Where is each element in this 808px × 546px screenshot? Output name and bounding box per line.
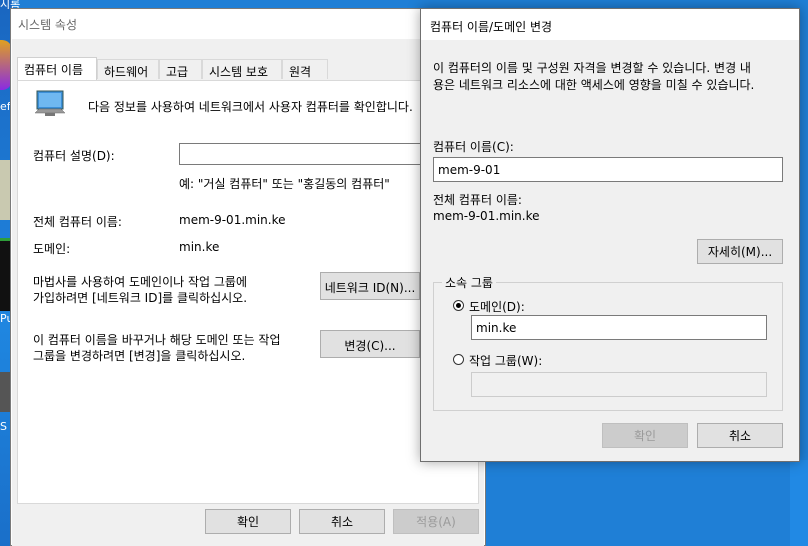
dialog-ok-button[interactable]: 확인: [602, 423, 688, 448]
domain-input[interactable]: min.ke: [471, 315, 767, 340]
network-id-text: 마법사를 사용하여 도메인이나 작업 그룹에: [33, 275, 247, 289]
domain-value: min.ke: [179, 240, 220, 254]
dialog-title: 컴퓨터 이름/도메인 변경: [430, 20, 553, 34]
domain-label: 도메인:: [33, 242, 71, 256]
computer-description-input[interactable]: [179, 143, 439, 165]
change-button[interactable]: 변경(C)...: [320, 330, 420, 358]
desktop-background: [790, 460, 808, 546]
computer-name-input[interactable]: mem-9-01: [433, 157, 783, 182]
computer-description-label: 컴퓨터 설명(D):: [33, 149, 115, 163]
cancel-button[interactable]: 취소: [299, 509, 385, 534]
dialog-intro-text: 용은 네트워크 리소스에 대한 액세스에 영향을 미칠 수 있습니다.: [433, 78, 755, 92]
computer-icon: [33, 89, 69, 119]
full-computer-name-label: 전체 컴퓨터 이름:: [33, 215, 122, 229]
workgroup-radio-label[interactable]: 작업 그룹(W):: [469, 352, 542, 369]
change-text: 그룹을 변경하려면 [변경]을 클릭하십시오.: [33, 349, 246, 363]
tab-remote[interactable]: 원격: [282, 59, 328, 79]
intro-text: 다음 정보를 사용하여 네트워크에서 사용자 컴퓨터를 확인합니다.: [88, 100, 413, 114]
ok-button[interactable]: 확인: [205, 509, 291, 534]
computer-name-label: 컴퓨터 이름(C):: [433, 140, 514, 154]
full-computer-name-value: mem-9-01.min.ke: [179, 213, 286, 227]
workgroup-radio[interactable]: [453, 354, 464, 365]
full-computer-name-value: mem-9-01.min.ke: [433, 209, 540, 223]
dialog-intro-text: 이 컴퓨터의 이름 및 구성원 자격을 변경할 수 있습니다. 변경 내: [433, 61, 751, 75]
tab-advanced[interactable]: 고급: [159, 59, 202, 79]
tab-hardware[interactable]: 하드웨어: [97, 59, 159, 79]
member-of-legend: 소속 그룹: [442, 274, 496, 291]
full-computer-name-label: 전체 컴퓨터 이름:: [433, 193, 522, 207]
apply-button[interactable]: 적용(A): [393, 509, 479, 534]
system-properties-window: 시스템 속성 컴퓨터 이름 하드웨어 고급 시스템 보호 원격 다음 정보를 사…: [10, 8, 486, 546]
workgroup-input[interactable]: [471, 372, 767, 397]
computer-name-dialog: 컴퓨터 이름/도메인 변경 이 컴퓨터의 이름 및 구성원 자격을 변경할 수 …: [420, 8, 800, 462]
tab-panel-computer-name: 다음 정보를 사용하여 네트워크에서 사용자 컴퓨터를 확인합니다. 컴퓨터 설…: [17, 80, 479, 504]
change-text: 이 컴퓨터 이름을 바꾸거나 해당 도메인 또는 작업: [33, 333, 281, 347]
tab-system-protection[interactable]: 시스템 보호: [202, 59, 282, 79]
window-title: 시스템 속성: [18, 18, 78, 32]
domain-radio[interactable]: [453, 300, 464, 311]
window-body: 컴퓨터 이름 하드웨어 고급 시스템 보호 원격 다음 정보를 사용하여 네트워…: [12, 39, 484, 546]
tab-computer-name[interactable]: 컴퓨터 이름: [17, 57, 97, 80]
member-of-group: 소속 그룹 도메인(D): min.ke 작업 그룹(W):: [433, 274, 783, 411]
domain-radio-label[interactable]: 도메인(D):: [469, 298, 525, 315]
network-id-text: 가입하려면 [네트워크 ID]를 클릭하십시오.: [33, 291, 248, 305]
description-example: 예: "거실 컴퓨터" 또는 "홍길동의 컴퓨터": [179, 177, 390, 191]
more-button[interactable]: 자세히(M)...: [697, 239, 783, 264]
dialog-titlebar: 컴퓨터 이름/도메인 변경: [421, 9, 799, 40]
dialog-cancel-button[interactable]: 취소: [697, 423, 783, 448]
network-id-button[interactable]: 네트워크 ID(N)...: [320, 272, 420, 300]
desktop-icon-label[interactable]: S: [0, 420, 7, 433]
